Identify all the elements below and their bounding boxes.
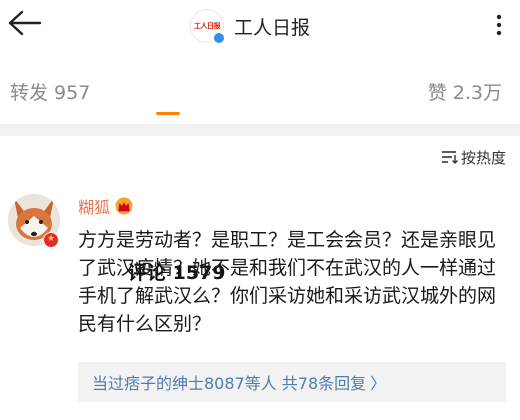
account-title[interactable]: 工人日报 工人日报 [190, 8, 310, 44]
sort-label: 按热度 [460, 148, 506, 167]
username[interactable]: 糊狐 [78, 194, 110, 218]
replies-summary-button[interactable]: 当过痞子的绅士8087等人 共78条回复 〉 [78, 362, 506, 402]
account-avatar: 工人日报 [190, 9, 225, 44]
comment-text: 方方是劳动者？是职工？是工会会员？还是亲眼见了武汉疫情？她不是和我们不在武汉的人… [78, 229, 497, 335]
more-dots-icon[interactable] [488, 14, 510, 36]
tab-forward[interactable]: 转发 957 [10, 78, 90, 105]
username-row: 糊狐 [78, 194, 134, 218]
section-divider [0, 124, 520, 136]
chevron-right-icon: 〉 [370, 374, 387, 393]
tab-bar: 转发 957 评论 1579 赞 2.3万 [0, 70, 520, 284]
user-badge-icon: ★ [43, 232, 59, 248]
verified-icon [213, 32, 225, 44]
active-tab-indicator [156, 112, 180, 115]
top-bar: 工人日报 工人日报 [0, 0, 520, 52]
replies-summary: 当过痞子的绅士8087等人 共78条回复 [92, 374, 367, 393]
tab-likes[interactable]: 赞 2.3万 [428, 78, 502, 105]
sort-by-hot-button[interactable]: 按热度 [441, 146, 506, 168]
sort-icon [441, 151, 458, 164]
page-title: 工人日报 [234, 16, 311, 39]
back-arrow-icon[interactable] [6, 6, 44, 40]
crown-icon [115, 197, 133, 215]
account-logo: 工人日报 [194, 22, 221, 30]
